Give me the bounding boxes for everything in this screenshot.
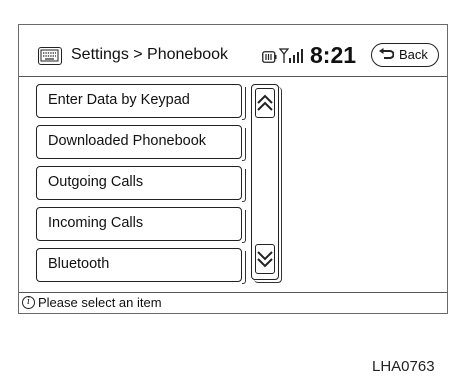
figure-code: LHA0763 bbox=[372, 358, 435, 375]
menu-item-label: Downloaded Phonebook bbox=[48, 133, 207, 149]
clock: 8:21 bbox=[310, 42, 357, 68]
menu-item-label: Incoming Calls bbox=[48, 215, 144, 231]
signal-strength-icon bbox=[278, 47, 309, 70]
back-button-label: Back bbox=[399, 47, 428, 62]
menu-item-downloaded-phonebook[interactable]: Downloaded Phonebook bbox=[36, 125, 246, 161]
phone-battery-icon bbox=[262, 50, 277, 68]
scrollbar[interactable] bbox=[251, 84, 279, 280]
status-message: Please select an item bbox=[38, 295, 162, 310]
menu-item-outgoing-calls[interactable]: Outgoing Calls bbox=[36, 166, 246, 202]
menu-item-enter-data-by-keypad[interactable]: Enter Data by Keypad bbox=[36, 84, 246, 120]
page-title: Settings > Phonebook bbox=[71, 46, 229, 63]
menu-item-bluetooth[interactable]: Bluetooth bbox=[36, 248, 246, 284]
header-bar: Settings > Phonebook 8:21 Back bbox=[19, 25, 447, 77]
menu-item-label: Enter Data by Keypad bbox=[48, 92, 190, 108]
keypad-icon bbox=[38, 47, 62, 65]
menu-item-incoming-calls[interactable]: Incoming Calls bbox=[36, 207, 246, 243]
scroll-up-button[interactable] bbox=[255, 88, 275, 118]
back-arrow-icon bbox=[378, 47, 395, 68]
info-icon: i bbox=[22, 296, 35, 309]
scroll-down-button[interactable] bbox=[255, 244, 275, 274]
back-button[interactable]: Back bbox=[371, 43, 439, 67]
display-screen: Settings > Phonebook 8:21 Back Enter Dat… bbox=[18, 24, 448, 314]
menu-item-label: Outgoing Calls bbox=[48, 174, 144, 190]
menu-item-label: Bluetooth bbox=[48, 256, 110, 272]
status-bar: i Please select an item bbox=[19, 292, 447, 313]
